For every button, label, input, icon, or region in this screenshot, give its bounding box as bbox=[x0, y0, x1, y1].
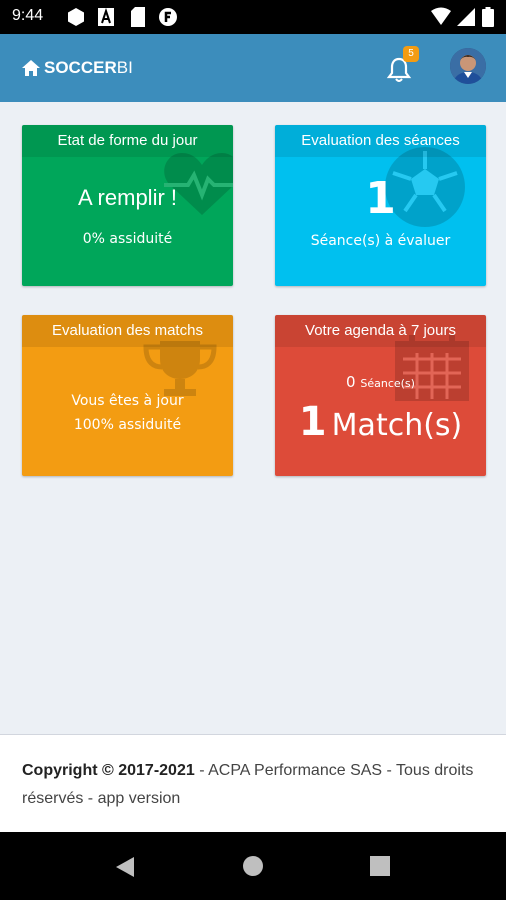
card-sub-text: Séance(s) à évaluer bbox=[310, 233, 451, 249]
system-nav-bar bbox=[0, 832, 506, 900]
card-main-text: A remplir ! bbox=[77, 185, 178, 210]
sim-icon bbox=[131, 7, 145, 27]
home-icon bbox=[22, 60, 40, 76]
brand-logo[interactable]: SOCCER BI bbox=[22, 58, 133, 78]
back-icon[interactable] bbox=[114, 855, 136, 879]
card-matches[interactable]: Evaluation des matchs Vous êtes à jour 1… bbox=[22, 315, 233, 476]
card-title: Evaluation des séances bbox=[275, 125, 486, 157]
recents-icon[interactable] bbox=[370, 856, 390, 876]
hexagon-icon bbox=[68, 8, 84, 26]
card-line-1: Vous êtes à jour bbox=[71, 393, 184, 409]
status-bar: 9:44 bbox=[0, 0, 506, 34]
session-label: Séance(s) bbox=[360, 377, 415, 390]
avatar[interactable] bbox=[450, 48, 486, 84]
a-box-icon bbox=[98, 7, 114, 26]
wifi-icon bbox=[431, 7, 451, 25]
footer: Copyright © 2017-2021 - ACPA Performance… bbox=[0, 734, 506, 833]
card-count: 1 bbox=[365, 173, 396, 224]
user-photo-icon bbox=[450, 48, 486, 84]
card-agenda[interactable]: Votre agenda à 7 jours 0 Séance(s) 1 Mat… bbox=[275, 315, 486, 476]
brand-name: SOCCER bbox=[44, 58, 117, 77]
card-title: Evaluation des matchs bbox=[22, 315, 233, 347]
copyright-text: Copyright © 2017-2021 bbox=[22, 762, 195, 779]
home-button-icon[interactable] bbox=[242, 855, 264, 877]
f-circle-icon bbox=[159, 8, 177, 26]
card-title: Etat de forme du jour bbox=[22, 125, 233, 157]
match-label: Match(s) bbox=[331, 408, 463, 443]
app-header: SOCCER BI 5 bbox=[0, 34, 506, 102]
card-fitness[interactable]: Etat de forme du jour A remplir ! 0% ass… bbox=[22, 125, 233, 286]
card-sessions[interactable]: Evaluation des séances 1 Séance(s) à éva… bbox=[275, 125, 486, 286]
card-title: Votre agenda à 7 jours bbox=[275, 315, 486, 347]
status-time: 9:44 bbox=[12, 7, 44, 24]
signal-icon bbox=[457, 8, 475, 26]
notification-badge: 5 bbox=[403, 46, 419, 62]
match-count: 1 bbox=[298, 399, 327, 445]
brand-suffix: BI bbox=[116, 58, 133, 77]
battery-icon bbox=[482, 7, 494, 27]
card-line-2: 100% assiduité bbox=[73, 417, 182, 433]
session-count: 0 bbox=[346, 373, 356, 391]
card-sub-text: 0% assiduité bbox=[82, 231, 173, 247]
